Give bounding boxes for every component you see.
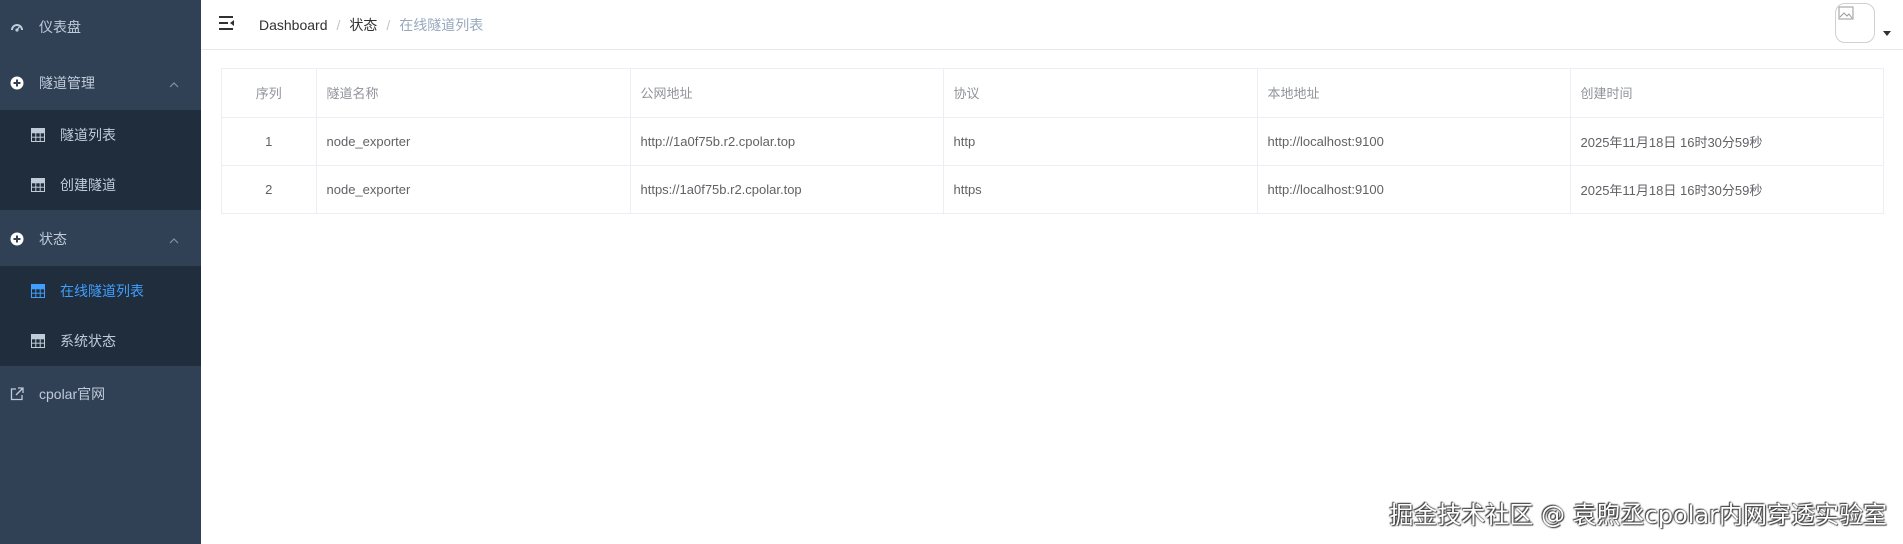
column-header-index: 序列 xyxy=(222,69,317,118)
cell-local-address: http://localhost:9100 xyxy=(1257,117,1571,166)
plus-circle-icon xyxy=(10,232,24,246)
cell-public-url[interactable]: https://1a0f75b.r2.cpolar.top xyxy=(630,165,944,213)
chevron-up-icon xyxy=(169,238,179,244)
cell-protocol: http xyxy=(943,117,1258,166)
sidebar-item-status[interactable]: 状态 xyxy=(0,212,201,266)
table-row: 1 node_exporter http://1a0f75b.r2.cpolar… xyxy=(222,117,1883,166)
avatar[interactable] xyxy=(1835,3,1875,43)
cell-local-address: http://localhost:9100 xyxy=(1257,165,1571,213)
watermark: 掘金技术社区 @ 袁煦丞cpolar内网穿透实验室 xyxy=(1389,501,1887,529)
column-header-public-url: 公网地址 xyxy=(630,69,944,118)
caret-down-icon[interactable] xyxy=(1883,31,1891,36)
sidebar-item-system-status[interactable]: 系统状态 xyxy=(0,316,201,366)
sidebar-item-label: 系统状态 xyxy=(60,333,116,349)
sidebar-item-online-tunnels[interactable]: 在线隧道列表 xyxy=(0,266,201,316)
sidebar-item-tunnel-list[interactable]: 隧道列表 xyxy=(0,110,201,160)
cell-tunnel-name: node_exporter xyxy=(316,117,631,166)
column-header-protocol: 协议 xyxy=(943,69,1258,118)
sidebar-item-tunnel-management[interactable]: 隧道管理 xyxy=(0,56,201,110)
sidebar-item-create-tunnel[interactable]: 创建隧道 xyxy=(0,160,201,210)
dashboard-icon xyxy=(10,20,24,34)
plus-circle-icon xyxy=(10,76,24,90)
cell-created-time: 2025年11月18日 16时30分59秒 xyxy=(1580,182,1763,198)
breadcrumb-current: 在线隧道列表 xyxy=(399,17,484,33)
table-icon xyxy=(31,334,45,348)
table-icon xyxy=(31,284,45,298)
sidebar: 仪表盘 隧道管理 隧道列表 创建隧道 状态 在线隧道列表 系统状态 cpolar… xyxy=(0,0,201,544)
breadcrumb-separator: / xyxy=(336,17,341,33)
navbar: Dashboard / 状态 / 在线隧道列表 xyxy=(201,0,1903,50)
sidebar-item-label: 隧道列表 xyxy=(60,127,116,143)
hamburger-icon[interactable] xyxy=(217,13,237,33)
breadcrumb-dashboard[interactable]: Dashboard xyxy=(259,17,328,33)
cell-created-time: 2025年11月18日 16时30分59秒 xyxy=(1570,117,1883,166)
table-icon xyxy=(31,128,45,142)
column-header-local-address: 本地地址 xyxy=(1257,69,1571,118)
sidebar-item-dashboard[interactable]: 仪表盘 xyxy=(0,0,201,54)
chevron-up-icon xyxy=(169,82,179,88)
sidebar-item-label: 创建隧道 xyxy=(60,177,116,193)
sidebar-item-label: 状态 xyxy=(39,231,67,247)
cell-protocol: https xyxy=(943,165,1258,213)
cell-tunnel-name: node_exporter xyxy=(316,165,631,213)
broken-image-icon xyxy=(1838,6,1854,20)
cell-public-url[interactable]: http://1a0f75b.r2.cpolar.top xyxy=(630,117,944,166)
external-link-icon xyxy=(10,387,24,401)
sidebar-item-label: 在线隧道列表 xyxy=(60,283,144,299)
sidebar-item-label: 隧道管理 xyxy=(39,75,95,91)
sidebar-item-cpolar-site[interactable]: cpolar官网 xyxy=(0,367,201,421)
table-icon xyxy=(31,178,45,192)
sidebar-item-label: cpolar官网 xyxy=(39,386,106,402)
column-header-tunnel-name: 隧道名称 xyxy=(316,69,631,118)
table-header-row: 序列 隧道名称 公网地址 协议 本地地址 创建时间 xyxy=(222,69,1883,118)
cell-index: 1 xyxy=(222,117,317,166)
online-tunnel-table: 序列 隧道名称 公网地址 协议 本地地址 创建时间 1 node_exporte… xyxy=(221,68,1884,214)
table-row: 2 node_exporter https://1a0f75b.r2.cpola… xyxy=(222,165,1883,213)
breadcrumb: Dashboard / 状态 / 在线隧道列表 xyxy=(259,15,483,35)
breadcrumb-status[interactable]: 状态 xyxy=(349,15,377,35)
sidebar-item-label: 仪表盘 xyxy=(39,19,81,35)
breadcrumb-separator: / xyxy=(386,17,391,33)
cell-index: 2 xyxy=(222,165,317,213)
column-header-created-time: 创建时间 xyxy=(1570,69,1883,118)
